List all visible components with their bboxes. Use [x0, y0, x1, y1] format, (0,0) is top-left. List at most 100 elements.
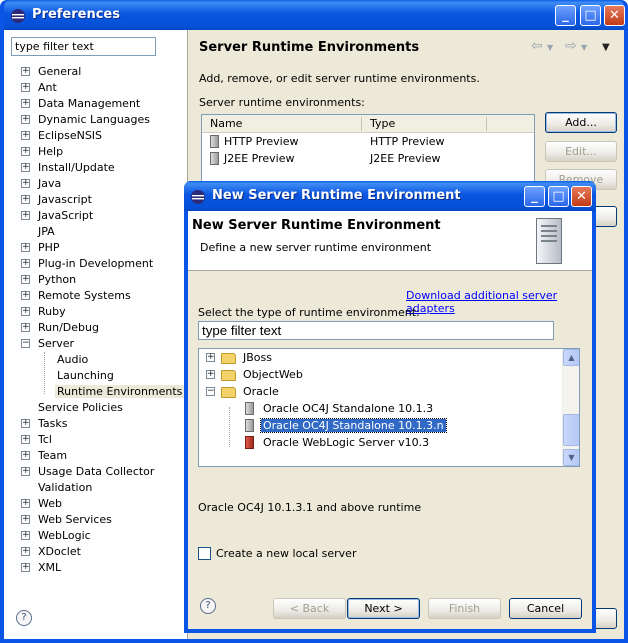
tree-item-label: JPA: [38, 225, 55, 238]
expand-icon[interactable]: +: [21, 131, 30, 140]
expand-icon[interactable]: +: [21, 419, 30, 428]
forward-dropdown-icon[interactable]: ▼: [581, 43, 587, 52]
table-row[interactable]: J2EE Preview J2EE Preview: [202, 151, 534, 167]
dialog-client: New Server Runtime Environment Define a …: [188, 211, 592, 629]
runtime-type-tree: + JBoss + ObjectWeb − Oracle Oracle OC4J Stand…: [198, 348, 580, 467]
runtime-tree-label: JBoss: [243, 351, 272, 364]
expand-icon[interactable]: +: [21, 451, 30, 460]
edit-button[interactable]: Edit...: [545, 141, 617, 162]
next-button[interactable]: Next >: [347, 598, 420, 619]
tree-item-label: Python: [38, 273, 77, 286]
row-name: HTTP Preview: [224, 135, 299, 148]
cancel-button[interactable]: Cancel: [509, 598, 582, 619]
runtime-tree-item[interactable]: Oracle WebLogic Server v10.3: [199, 435, 579, 451]
expand-icon[interactable]: +: [21, 323, 30, 332]
expand-icon[interactable]: +: [21, 115, 30, 124]
runtime-tree-item[interactable]: Oracle OC4J Standalone 10.1.3: [199, 401, 579, 417]
dialog-maximize-button[interactable]: □: [548, 186, 569, 207]
create-server-checkbox[interactable]: [198, 547, 211, 560]
expand-icon[interactable]: +: [21, 195, 30, 204]
view-menu-icon[interactable]: ▼: [602, 42, 610, 53]
table-row[interactable]: HTTP Preview HTTP Preview: [202, 134, 534, 150]
expand-icon[interactable]: +: [21, 435, 30, 444]
expand-icon[interactable]: +: [21, 179, 30, 188]
expand-icon[interactable]: +: [21, 291, 30, 300]
tree-item-label: Run/Debug: [38, 321, 99, 334]
add-button[interactable]: Add...: [545, 112, 617, 133]
close-button[interactable]: ✕: [604, 5, 625, 26]
server-icon: [245, 419, 254, 432]
row-name: J2EE Preview: [224, 152, 295, 165]
expand-icon[interactable]: +: [21, 243, 30, 252]
download-adapters-link[interactable]: Download additional server adapters: [406, 289, 592, 315]
expand-icon[interactable]: +: [21, 515, 30, 524]
expand-icon[interactable]: +: [206, 353, 215, 362]
tree-item-label: Dynamic Languages: [38, 113, 151, 126]
environments-label: Server runtime environments:: [199, 96, 365, 109]
page-description: Add, remove, or edit server runtime envi…: [199, 72, 480, 85]
tree-item-label: Tcl: [38, 433, 52, 446]
expand-icon[interactable]: +: [21, 563, 30, 572]
expand-icon[interactable]: +: [21, 147, 30, 156]
tree-item-label: XDoclet: [38, 545, 81, 558]
scroll-thumb[interactable]: [563, 414, 579, 446]
expand-icon[interactable]: +: [21, 99, 30, 108]
tree-scrollbar[interactable]: ▲ ▼: [562, 349, 579, 466]
scroll-up-icon[interactable]: ▲: [563, 349, 579, 366]
tree-item-label: General: [38, 65, 82, 78]
expand-icon[interactable]: +: [21, 499, 30, 508]
preferences-sidebar: + General + Ant + Data Management + Dynamic Lan…: [4, 30, 188, 639]
runtime-tree-item[interactable]: − Oracle: [199, 384, 579, 400]
runtime-tree-item[interactable]: + JBoss: [199, 350, 579, 366]
runtime-tree-item[interactable]: + ObjectWeb: [199, 367, 579, 383]
tree-item-label: Ruby: [38, 305, 66, 318]
expand-icon[interactable]: +: [21, 275, 30, 284]
create-server-label[interactable]: Create a new local server: [216, 547, 356, 560]
column-name[interactable]: Name: [210, 117, 242, 130]
minimize-button[interactable]: _: [555, 5, 576, 26]
expand-icon[interactable]: +: [21, 467, 30, 476]
dialog-minimize-button[interactable]: _: [524, 186, 545, 207]
runtime-filter-input[interactable]: [198, 321, 554, 340]
expand-icon[interactable]: +: [21, 531, 30, 540]
preferences-titlebar[interactable]: Preferences _ □ ✕: [4, 0, 625, 30]
expand-icon[interactable]: +: [206, 370, 215, 379]
expand-icon[interactable]: +: [21, 547, 30, 556]
help-icon[interactable]: ?: [16, 610, 32, 626]
collapse-icon[interactable]: −: [21, 339, 30, 348]
expand-icon[interactable]: +: [21, 67, 30, 76]
tree-item-label: JavaScript: [38, 209, 94, 222]
runtime-tree-item[interactable]: Oracle OC4J Standalone 10.1.3.n: [199, 418, 579, 434]
column-type[interactable]: Type: [370, 117, 395, 130]
selection-description: Oracle OC4J 10.1.3.1 and above runtime: [198, 501, 422, 514]
dialog-help-icon[interactable]: ?: [200, 598, 216, 614]
eclipse-icon: [11, 9, 25, 23]
folder-icon: [221, 370, 236, 381]
dialog-titlebar[interactable]: New Server Runtime Environment _ □ ✕: [184, 181, 596, 211]
maximize-button[interactable]: □: [580, 5, 601, 26]
scroll-down-icon[interactable]: ▼: [563, 449, 579, 466]
finish-button[interactable]: Finish: [428, 598, 501, 619]
runtime-tree-label: Oracle: [243, 385, 279, 398]
new-runtime-dialog: New Server Runtime Environment _ □ ✕ New…: [184, 181, 596, 633]
tree-item-label: Plug-in Development: [38, 257, 154, 270]
tree-item-label: XML: [38, 561, 62, 574]
tree-item-label: Runtime Environments: [55, 385, 185, 398]
row-type: HTTP Preview: [370, 135, 445, 148]
back-dropdown-icon[interactable]: ▼: [547, 43, 553, 52]
table-header: Name Type: [202, 115, 534, 133]
expand-icon[interactable]: +: [21, 83, 30, 92]
expand-icon[interactable]: +: [21, 211, 30, 220]
tree-item-label: Server: [38, 337, 75, 350]
expand-icon[interactable]: +: [21, 307, 30, 316]
collapse-icon[interactable]: −: [206, 387, 215, 396]
back-button[interactable]: < Back: [273, 598, 346, 619]
back-arrow-icon[interactable]: ⇦: [531, 38, 543, 54]
expand-icon[interactable]: +: [21, 259, 30, 268]
tree-item-label: Web: [38, 497, 62, 510]
forward-arrow-icon[interactable]: ⇨: [565, 38, 577, 54]
dialog-close-button[interactable]: ✕: [571, 186, 592, 207]
preferences-filter-input[interactable]: [11, 37, 156, 56]
expand-icon[interactable]: +: [21, 163, 30, 172]
select-type-label: Select the type of runtime environment:: [198, 306, 420, 319]
